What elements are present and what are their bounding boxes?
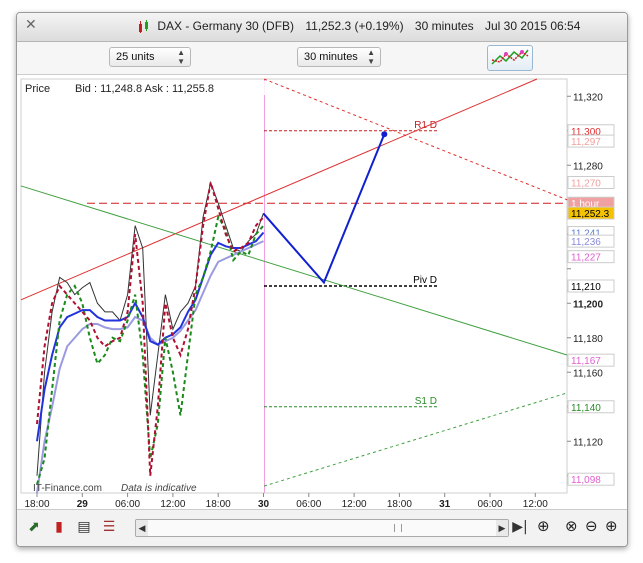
drawing-tools-icon[interactable]: ☰ [100,518,118,536]
chart-toolbar: 25 units ▲ ▼ 30 minutes ▲ ▼ [17,42,627,75]
zoom-out-icon[interactable]: ⊖ [585,517,598,535]
pivot-label: S1 D [415,396,437,407]
scroll-end-icon[interactable]: ▶| [511,518,529,536]
window-date: Jul 30 2015 06:54 [484,19,581,33]
interval-select-value: 30 minutes [304,51,358,63]
time-scrollbar[interactable]: ◀ ▶ [135,519,509,537]
price-tag-label: 11,236 [571,237,601,248]
zoom-fit-icon[interactable]: ⊕ [537,517,550,535]
x-tick-label: 18:00 [387,499,412,509]
price-tag-label: 11,140 [571,403,601,414]
price-tag-label: 11,252.3 [571,209,610,220]
y-tick-label: 11,280 [573,161,603,172]
price-tag-label: 11,297 [571,137,601,148]
scroll-right-icon[interactable]: ▶ [496,520,508,536]
price-tag-label: 11,270 [571,179,601,190]
x-tick-label: 30 [258,499,270,509]
window-title: DAX - Germany 30 (DFB) 11,252.3 (+0.19%)… [137,19,588,34]
x-tick-label: 18:00 [24,499,49,509]
price-chart[interactable]: 11,32011,28011,24011,20011,18011,16011,1… [17,75,627,510]
window-interval: 30 minutes [414,19,474,33]
y-tick-label: 11,160 [573,368,603,379]
y-tick-label: 11,120 [573,437,603,448]
line-chart-icon [491,49,529,65]
x-tick-label: 06:00 [115,499,140,509]
y-tick-label: 11,320 [573,92,603,103]
chart-type-button[interactable] [487,45,533,71]
candle-style-icon[interactable]: ▮ [50,518,68,536]
price-tag-label: 11,167 [571,356,601,367]
pivot-label: R1 D [414,120,437,131]
select-arrows-icon: ▲ ▼ [177,48,185,66]
x-tick-label: 06:00 [477,499,502,509]
close-icon[interactable]: ✕ [25,17,37,33]
watermark: IT-Finance.com [33,483,102,494]
price-label: Price [25,83,50,95]
candlestick-logo-icon [139,19,148,33]
interval-select[interactable]: 30 minutes ▲ ▼ [297,47,381,67]
chart-settings-icon[interactable]: ⬈ [25,518,43,536]
instrument-price: 11,252.3 (+0.19%) [305,19,404,33]
y-tick-label: 11,200 [573,299,603,310]
bid-ask-label: Bid : 11,248.8 Ask : 11,255.8 [75,83,214,95]
scroll-thumb[interactable] [394,524,402,532]
scroll-left-icon[interactable]: ◀ [136,520,148,536]
watermark-note: Data is indicative [121,483,197,494]
price-tag-label: 11,098 [571,475,601,486]
chart-area[interactable]: 11,32011,28011,24011,20011,18011,16011,1… [17,75,627,510]
x-tick-label: 12:00 [523,499,548,509]
pivot-label: Piv D [413,275,437,286]
bottom-toolbar: ⬈ ▮ ▤ ☰ ◀ ▶ ▶| ⊕ ⊗ ⊖ ⊕ [17,509,627,546]
units-select-value: 25 units [116,51,155,63]
price-tag-label: 11,227 [571,253,601,264]
zoom-cursor-icon[interactable]: ⊗ [565,517,578,535]
x-tick-label: 12:00 [342,499,367,509]
y-tick-label: 11,180 [573,334,603,345]
instrument-name: DAX - Germany 30 (DFB) [157,19,295,33]
x-tick-label: 29 [77,499,89,509]
title-bar: ✕ DAX - Germany 30 (DFB) 11,252.3 (+0.19… [17,13,627,42]
x-tick-label: 12:00 [160,499,185,509]
x-tick-label: 06:00 [296,499,321,509]
zoom-in-icon[interactable]: ⊕ [605,517,618,535]
price-tag-label: 11,210 [571,282,601,293]
select-arrows-icon: ▲ ▼ [367,48,375,66]
units-select[interactable]: 25 units ▲ ▼ [109,47,191,67]
x-tick-label: 18:00 [206,499,231,509]
chart-window: ✕ DAX - Germany 30 (DFB) 11,252.3 (+0.19… [16,12,628,547]
forecast-target-marker [381,131,388,138]
x-tick-label: 31 [439,499,451,509]
indicator-icon[interactable]: ▤ [75,518,93,536]
